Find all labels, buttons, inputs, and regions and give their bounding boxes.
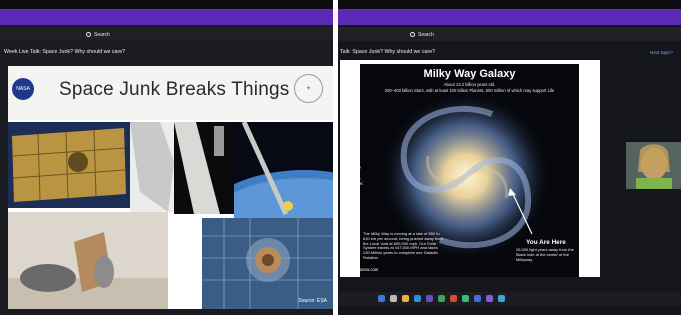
- file-explorer-icon[interactable]: [402, 295, 409, 302]
- search-bar-strip: [0, 27, 333, 41]
- app-title-bar: [0, 9, 333, 25]
- galaxy-age: About 13.2 billion years old.: [443, 82, 496, 87]
- search-box[interactable]: Search: [410, 29, 434, 40]
- debris-strip-image: [130, 122, 174, 212]
- monitor-bezel: [0, 0, 333, 9]
- store-icon[interactable]: [438, 295, 445, 302]
- galaxy-panel: Milky Way Galaxy About 13.2 billion year…: [360, 64, 579, 277]
- nasa-logo: NASA: [12, 78, 34, 100]
- app-icon[interactable]: [498, 295, 505, 302]
- you-are-here-label: You Are Here: [526, 239, 566, 246]
- search-taskbar-icon[interactable]: [390, 295, 397, 302]
- next-topic-link[interactable]: Next topic?: [650, 50, 673, 55]
- search-box[interactable]: Search: [86, 29, 110, 40]
- search-icon: [410, 32, 415, 37]
- slide-header: NASA Space Junk Breaks Things ✦: [8, 66, 333, 120]
- meeting-title: Week Live Talk: Space Junk? Why should w…: [4, 49, 126, 55]
- crashed-tank-image: [8, 212, 168, 309]
- start-icon[interactable]: [378, 295, 385, 302]
- presenter-webcam: [626, 142, 681, 189]
- shared-slide: Milky Way Galaxy About 13.2 billion year…: [340, 60, 600, 277]
- app-icon[interactable]: [462, 295, 469, 302]
- right-monitor-photo: Search Talk: Space Junk? Why should we c…: [338, 0, 681, 315]
- app-icon[interactable]: [474, 295, 481, 302]
- solar-panel-image: [8, 122, 130, 208]
- slide-title: Space Junk Breaks Things: [59, 79, 290, 100]
- diameter-note: 120,000 Light Years in Diameter.: [344, 165, 364, 187]
- search-bar-strip: [338, 27, 681, 41]
- window-impact-image: Source: ESA: [202, 218, 333, 309]
- galaxy-source: Source: Quora.com: [342, 267, 379, 272]
- galaxy-stars: 200–400 billion Stars, with at least 100…: [384, 88, 555, 93]
- app-title-bar: [338, 9, 681, 25]
- monitor-bezel: [338, 0, 681, 9]
- earth-horizon-image: [234, 122, 333, 218]
- teams-icon[interactable]: [426, 295, 433, 302]
- robotic-arm-image: [174, 122, 234, 214]
- app-icon[interactable]: [450, 295, 457, 302]
- meeting-title: Talk: Space Junk? Why should we care?: [340, 49, 436, 55]
- galaxy-title: Milky Way Galaxy: [423, 68, 516, 80]
- shared-slide: NASA Space Junk Breaks Things ✦ Source: …: [8, 66, 333, 309]
- source-caption: Source: ESA: [298, 298, 327, 304]
- search-label: Search: [94, 31, 110, 38]
- edge-icon[interactable]: [414, 295, 421, 302]
- app-icon[interactable]: [486, 295, 493, 302]
- search-icon: [86, 32, 91, 37]
- search-label: Search: [418, 31, 434, 38]
- distance-note: 26,000 light years away from the Black h…: [516, 247, 574, 262]
- left-monitor-photo: Search Week Live Talk: Space Junk? Why s…: [0, 0, 333, 315]
- galaxy-motion-note: The Milky Way is moving at a rate of 552…: [363, 231, 443, 260]
- seal-logo: ✦: [294, 74, 323, 103]
